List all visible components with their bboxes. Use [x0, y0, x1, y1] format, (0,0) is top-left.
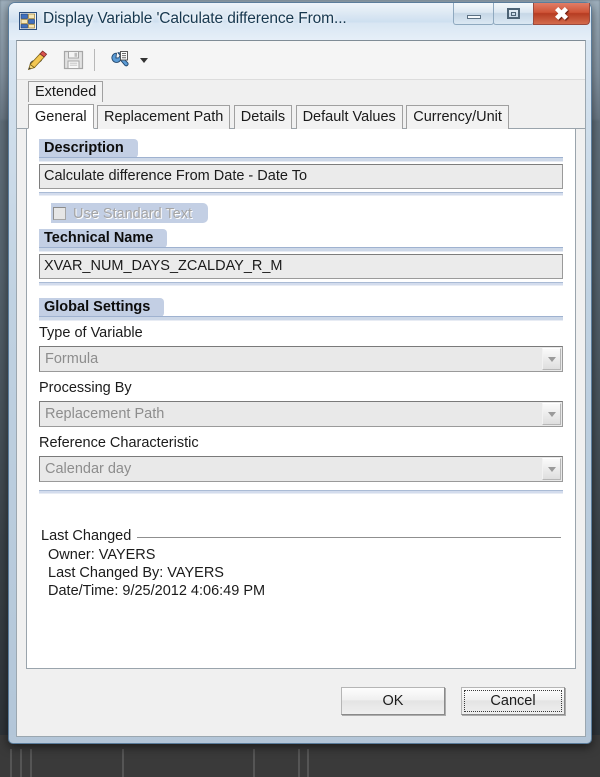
type-of-variable-value: Formula: [45, 351, 99, 367]
minimize-button[interactable]: [453, 3, 494, 25]
chevron-down-icon[interactable]: [140, 58, 148, 63]
maximize-icon: [507, 8, 520, 19]
close-icon: ✖: [553, 3, 570, 24]
toolbar-separator: [94, 49, 95, 71]
section-rule: [39, 157, 563, 162]
last-changed-label: Last Changed: [41, 528, 138, 545]
close-button[interactable]: ✖: [533, 3, 590, 25]
tab-general[interactable]: General: [28, 104, 94, 129]
toolbar: [17, 41, 585, 80]
use-standard-text-label: Use Standard Text: [73, 205, 193, 222]
tab-details[interactable]: Details: [233, 105, 293, 129]
title-bar[interactable]: Display Variable 'Calculate difference F…: [9, 3, 591, 40]
dialog-footer: OK Cancel: [17, 669, 585, 737]
type-of-variable-select[interactable]: Formula: [39, 346, 563, 372]
display-change-icon[interactable]: [25, 48, 51, 72]
cancel-button[interactable]: Cancel: [461, 687, 565, 715]
date-time-text: Date/Time: 9/25/2012 4:06:49 PM: [48, 583, 266, 599]
processing-by-value: Replacement Path: [45, 406, 165, 422]
tools-icon[interactable]: [105, 48, 131, 72]
dialog-client-area: Extended General Replacement Path Detail…: [16, 40, 586, 737]
background-tick: [253, 749, 255, 777]
minimize-icon: [466, 14, 481, 19]
processing-by-select[interactable]: Replacement Path: [39, 401, 563, 427]
caption-button-group: ✖: [453, 3, 590, 26]
chevron-down-icon: [547, 356, 556, 362]
processing-by-dropdown-button[interactable]: [542, 403, 561, 425]
technical-name-section-label: Technical Name: [39, 229, 168, 248]
global-settings-section-label: Global Settings: [39, 298, 165, 317]
resize-grip[interactable]: [565, 734, 581, 737]
description-section-header: Description: [39, 139, 563, 162]
background-tick: [30, 749, 32, 777]
section-rule: [39, 247, 563, 252]
outer-tab-strip: Extended: [17, 81, 585, 104]
global-settings-section-header: Global Settings: [39, 298, 563, 321]
checkbox-box-icon: [53, 207, 66, 221]
cancel-button-label: Cancel: [490, 693, 536, 709]
display-variable-dialog: Display Variable 'Calculate difference F…: [8, 2, 592, 744]
type-of-variable-label: Type of Variable: [39, 325, 143, 341]
background-tick: [20, 749, 22, 777]
chevron-down-icon: [547, 466, 556, 472]
technical-name-section-header: Technical Name: [39, 229, 563, 252]
last-changed-by-text: Last Changed By: VAYERS: [48, 565, 224, 581]
type-of-variable-dropdown-button[interactable]: [542, 348, 561, 370]
general-tab-panel: Description Calculate difference From Da…: [26, 129, 576, 669]
background-tick: [307, 749, 309, 777]
reference-characteristic-value: Calendar day: [45, 461, 132, 477]
inner-tab-strip: General Replacement Path Details Default…: [17, 104, 585, 129]
desktop-background: Display Variable 'Calculate difference F…: [0, 0, 600, 777]
section-rule: [39, 316, 563, 321]
description-field[interactable]: Calculate difference From Date - Date To: [39, 164, 563, 189]
background-tick: [298, 749, 300, 777]
ok-button[interactable]: OK: [341, 687, 445, 715]
tab-currency-unit[interactable]: Currency/Unit: [406, 105, 509, 129]
reference-characteristic-label: Reference Characteristic: [39, 435, 199, 451]
save-icon: [63, 50, 84, 70]
owner-text: Owner: VAYERS: [48, 547, 156, 563]
maximize-button[interactable]: [493, 3, 534, 25]
last-changed-separator: Last Changed: [41, 528, 561, 546]
background-tick: [122, 749, 124, 777]
processing-by-label: Processing By: [39, 380, 132, 396]
technical-name-field[interactable]: XVAR_NUM_DAYS_ZCALDAY_R_M: [39, 254, 563, 279]
chevron-down-icon: [547, 411, 556, 417]
tab-extended[interactable]: Extended: [28, 81, 104, 102]
use-standard-text-checkbox: Use Standard Text: [51, 203, 209, 223]
background-tick: [10, 749, 12, 777]
window-title: Display Variable 'Calculate difference F…: [43, 10, 347, 27]
reference-characteristic-dropdown-button[interactable]: [542, 458, 561, 480]
reference-characteristic-select[interactable]: Calendar day: [39, 456, 563, 482]
variable-grid-icon: [19, 12, 37, 30]
tab-replacement-path[interactable]: Replacement Path: [97, 105, 231, 129]
description-section-label: Description: [39, 139, 138, 158]
tab-default-values[interactable]: Default Values: [295, 105, 403, 129]
